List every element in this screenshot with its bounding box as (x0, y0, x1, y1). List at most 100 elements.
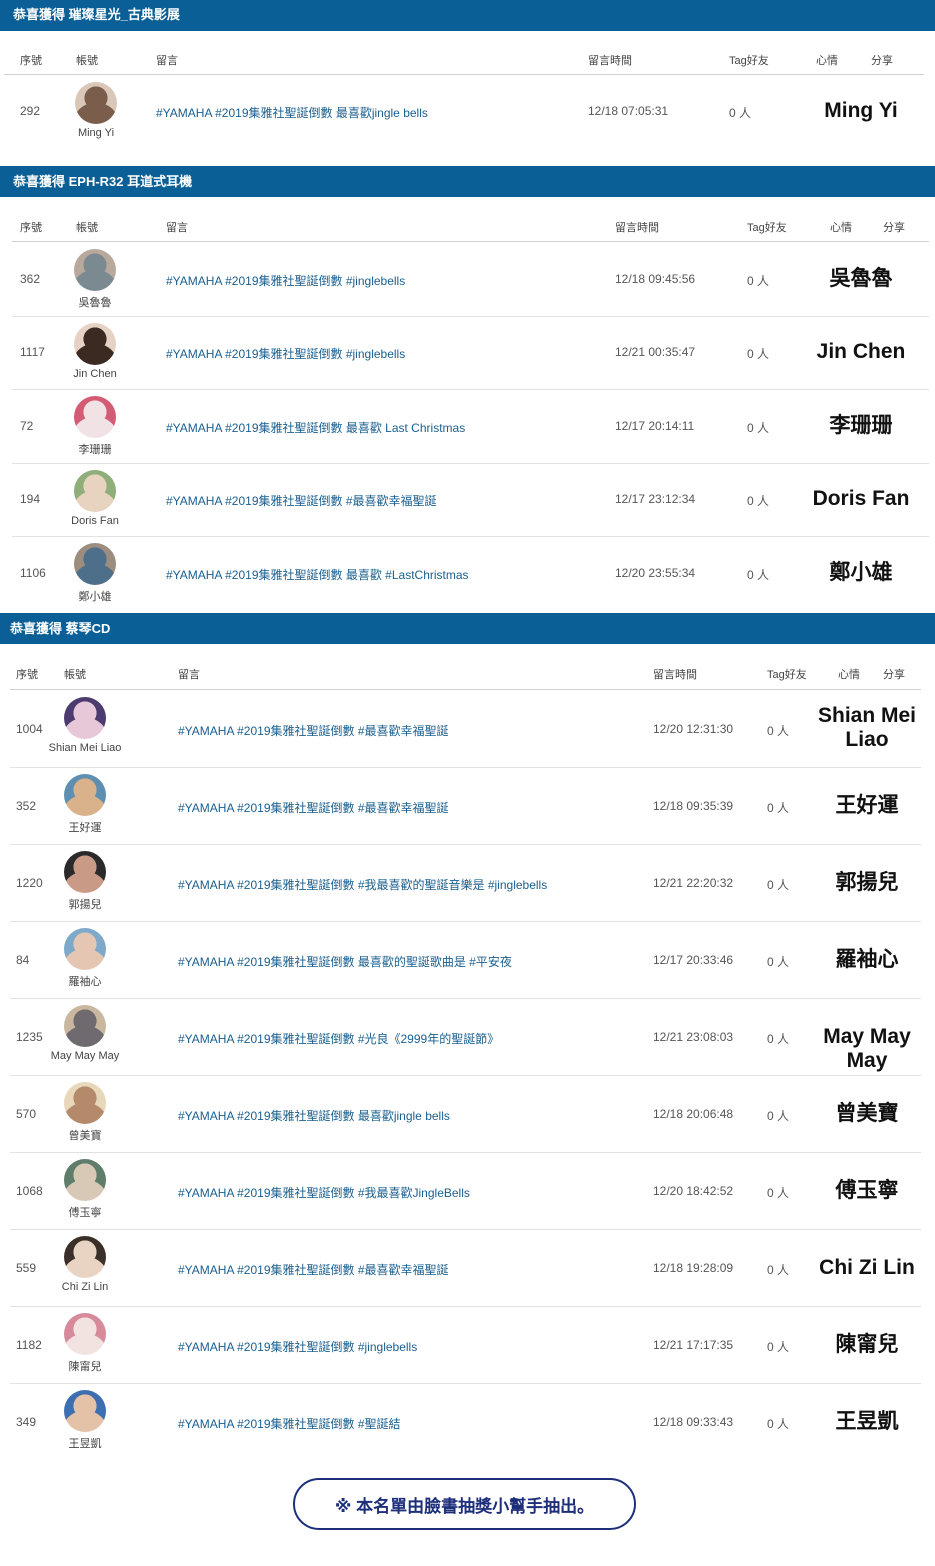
winner-list-section-3: 序號 帳號 留言 留言時間 Tag好友 心情 分享 1004 Shian Mei Liao #YA… (0, 644, 935, 1465)
header-message: 留言 (156, 55, 178, 67)
row-seq: 570 (16, 1106, 37, 1121)
winner-name: May May May (823, 1024, 911, 1072)
winner-name: Doris Fan (812, 487, 910, 511)
winner-name: Shian Mei Liao (817, 703, 917, 751)
header-time: 留言時間 (653, 669, 697, 681)
winner-name: Chi Zi Lin (819, 1255, 915, 1279)
account-name[interactable]: 傅玉寧 (25, 1204, 145, 1220)
comment-time: 12/20 18:42:52 (653, 1183, 734, 1198)
account-name[interactable]: Doris Fan (35, 515, 155, 527)
header-time: 留言時間 (588, 55, 632, 67)
account-name[interactable]: Chi Zi Lin (25, 1281, 145, 1293)
avatar[interactable] (74, 322, 116, 365)
account-name[interactable]: Ming Yi (36, 127, 156, 139)
account-name[interactable]: Shian Mei Liao (25, 742, 145, 754)
account-name[interactable]: 羅袖心 (25, 973, 145, 989)
avatar[interactable] (64, 1313, 106, 1355)
header-divider (4, 74, 924, 75)
comment-text: #YAMAHA #2019集雅社聖誕倒數 #最喜歡幸福聖誕 (178, 723, 449, 738)
tag-count: 0 人 (767, 877, 790, 892)
tag-count: 0 人 (767, 723, 790, 738)
avatar[interactable] (64, 1005, 106, 1047)
tag-count: 0 人 (767, 954, 790, 969)
avatar[interactable] (64, 1390, 106, 1432)
header-message: 留言 (166, 222, 188, 234)
account-name[interactable]: 郭揚兒 (25, 896, 145, 912)
comment-time: 12/18 07:05:31 (588, 104, 669, 118)
row-divider (10, 998, 921, 999)
row-seq: 1106 (20, 565, 46, 580)
account-name[interactable]: 李珊珊 (35, 441, 155, 457)
tag-count: 0 人 (747, 567, 770, 582)
header-mood: 心情 (838, 669, 860, 681)
avatar[interactable] (64, 1159, 106, 1201)
avatar[interactable] (74, 249, 116, 291)
header-seq: 序號 (20, 222, 42, 234)
header-share: 分享 (883, 669, 905, 681)
tag-count: 0 人 (767, 1108, 790, 1123)
row-seq: 559 (16, 1260, 37, 1275)
account-name[interactable]: 陳甯兒 (25, 1358, 145, 1374)
comment-text: #YAMAHA #2019集雅社聖誕倒數 #最喜歡幸福聖誕 (166, 494, 437, 509)
section-banner-3: 恭喜獲得 蔡琴CD (0, 613, 935, 644)
avatar[interactable] (75, 82, 117, 124)
winner-name: 吳魯魯 (829, 266, 893, 290)
avatar[interactable] (74, 469, 116, 512)
row-seq: 352 (16, 798, 37, 813)
account-name[interactable]: 曾美寶 (25, 1127, 145, 1143)
winner-name: 王好運 (835, 793, 899, 817)
avatar[interactable] (64, 774, 106, 816)
winner-name: Jin Chen (816, 340, 906, 364)
header-tag: Tag好友 (767, 669, 807, 681)
comment-text: #YAMAHA #2019集雅社聖誕倒數 #jinglebells (166, 273, 406, 288)
winner-name: 羅袖心 (835, 947, 899, 971)
row-seq: 1182 (16, 1337, 42, 1352)
comment-time: 12/17 20:14:11 (615, 418, 695, 433)
row-seq: 1220 (16, 875, 43, 890)
comment-time: 12/18 20:06:48 (653, 1106, 734, 1121)
comment-time: 12/18 19:28:09 (653, 1260, 734, 1275)
winner-name: 陳甯兒 (835, 1332, 899, 1356)
account-name[interactable]: Jin Chen (35, 368, 155, 380)
footer-note: ※ 本名單由臉書抽獎小幫手抽出。 (293, 1478, 636, 1530)
tag-count: 0 人 (767, 1416, 790, 1431)
account-name[interactable]: 鄭小雄 (35, 588, 155, 604)
section-banner-1: 恭喜獲得 璀璨星光_古典影展 (0, 0, 935, 31)
comment-text: #YAMAHA #2019集雅社聖誕倒數 最喜歡jingle bells (178, 1108, 450, 1123)
row-divider (10, 1229, 921, 1230)
avatar[interactable] (74, 396, 116, 438)
avatar[interactable] (64, 1082, 106, 1124)
comment-time: 12/17 20:33:46 (653, 952, 734, 967)
avatar[interactable] (64, 1236, 106, 1278)
row-divider (10, 1075, 921, 1076)
header-share: 分享 (883, 222, 905, 234)
account-name[interactable]: 王好運 (25, 819, 145, 835)
header-account: 帳號 (76, 55, 98, 67)
comment-text: #YAMAHA #2019集雅社聖誕倒數 #jinglebells (166, 347, 406, 362)
tag-count: 0 人 (747, 420, 770, 435)
winner-name: 傅玉寧 (835, 1178, 899, 1202)
account-name[interactable]: 吳魯魯 (35, 294, 155, 310)
avatar[interactable] (64, 697, 106, 739)
header-seq: 序號 (16, 669, 38, 681)
row-divider (10, 1152, 921, 1153)
row-divider (12, 389, 929, 390)
comment-text: #YAMAHA #2019集雅社聖誕倒數 #jinglebells (178, 1339, 418, 1354)
row-seq: 1235 (16, 1029, 43, 1044)
account-name[interactable]: 王昱凱 (25, 1435, 145, 1451)
row-divider (10, 767, 921, 768)
header-tag: Tag好友 (747, 222, 787, 234)
comment-text: #YAMAHA #2019集雅社聖誕倒數 最喜歡 #LastChristmas (166, 567, 469, 582)
comment-time: 12/18 09:45:56 (615, 271, 696, 286)
account-name[interactable]: May May May (25, 1050, 145, 1062)
row-seq: 194 (20, 492, 41, 507)
avatar[interactable] (74, 543, 116, 585)
comment-time: 12/21 00:35:47 (615, 345, 696, 360)
header-seq: 序號 (20, 55, 42, 67)
header-divider (12, 241, 929, 242)
avatar[interactable] (64, 851, 106, 893)
tag-count: 0 人 (767, 1031, 790, 1046)
comment-text: #YAMAHA #2019集雅社聖誕倒數 #最喜歡幸福聖誕 (178, 1262, 449, 1277)
comment-text: #YAMAHA #2019集雅社聖誕倒數 #我最喜歡的聖誕音樂是 #jingle… (178, 877, 548, 892)
avatar[interactable] (64, 928, 106, 970)
